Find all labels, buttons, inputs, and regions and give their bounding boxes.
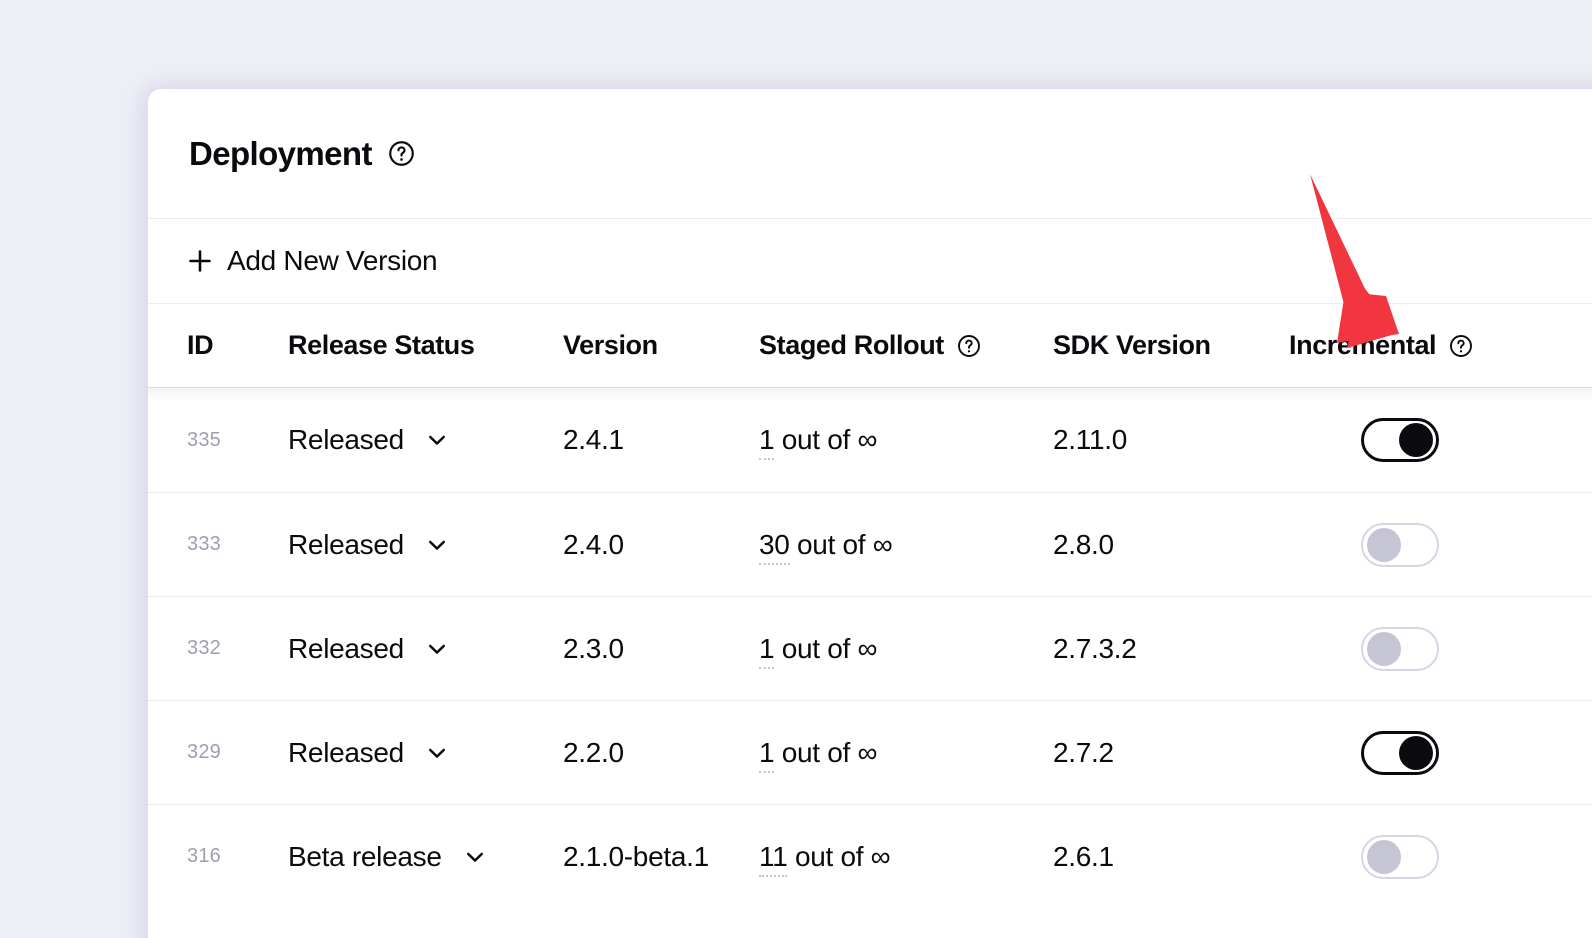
- column-header-release-status-label: Release Status: [288, 330, 475, 360]
- chevron-down-icon: [424, 740, 450, 766]
- column-header-sdk-version-label: SDK Version: [1053, 330, 1211, 360]
- column-header-release-status[interactable]: Release Status: [288, 330, 563, 361]
- staged-rollout-suffix: out of ∞: [774, 424, 878, 455]
- toggle-knob: [1367, 631, 1401, 666]
- row-sdk-version: 2.7.2: [1053, 736, 1114, 768]
- row-sdk-version: 2.11.0: [1053, 424, 1127, 455]
- toggle-knob: [1367, 527, 1401, 562]
- incremental-toggle[interactable]: [1361, 418, 1439, 462]
- row-version: 2.3.0: [563, 632, 624, 664]
- deployment-card: Deployment Add New Version ID Release St…: [148, 89, 1592, 938]
- staged-rollout-suffix: out of ∞: [789, 528, 893, 560]
- row-id: 332: [187, 637, 221, 659]
- table-row[interactable]: 333 Released 2.4.0 30 out of ∞ 2.8.0: [148, 492, 1592, 596]
- table-toolbar: Add New Version: [148, 219, 1592, 304]
- row-version: 2.2.0: [563, 736, 624, 768]
- table-row[interactable]: 335 Released 2.4.1 1 out of ∞ 2.11.0: [148, 388, 1592, 492]
- toggle-knob: [1399, 423, 1433, 457]
- staged-rollout-suffix: out of ∞: [774, 736, 878, 768]
- staged-rollout-count[interactable]: 1: [759, 736, 775, 773]
- staged-rollout-value[interactable]: 1 out of ∞: [759, 424, 877, 460]
- table-row[interactable]: 332 Released 2.3.0 1 out of ∞ 2.7.3.2: [148, 596, 1592, 700]
- incremental-toggle[interactable]: [1361, 522, 1439, 567]
- table-row[interactable]: 329 Released 2.2.0 1 out of ∞ 2.7.2: [148, 700, 1592, 804]
- row-id: 316: [187, 845, 221, 867]
- chevron-down-icon: [424, 427, 450, 453]
- column-header-staged-rollout[interactable]: Staged Rollout: [759, 330, 1053, 361]
- add-new-version-label: Add New Version: [227, 245, 438, 276]
- toggle-knob: [1399, 735, 1433, 770]
- row-id: 333: [187, 533, 221, 555]
- add-new-version-button[interactable]: Add New Version: [187, 245, 438, 277]
- staged-rollout-count[interactable]: 30: [759, 528, 790, 565]
- incremental-toggle[interactable]: [1361, 834, 1439, 879]
- row-version: 2.4.1: [563, 424, 624, 455]
- release-status-label: Released: [288, 632, 404, 664]
- row-sdk-version: 2.6.1: [1053, 840, 1114, 872]
- column-header-sdk-version[interactable]: SDK Version: [1053, 330, 1289, 361]
- incremental-toggle[interactable]: [1361, 626, 1439, 671]
- page-title: Deployment: [189, 134, 372, 172]
- question-mark-circle-icon[interactable]: [957, 334, 981, 358]
- staged-rollout-value[interactable]: 30 out of ∞: [759, 528, 893, 565]
- release-status-dropdown[interactable]: Released: [288, 529, 563, 561]
- release-status-dropdown[interactable]: Beta release: [288, 841, 563, 873]
- deployment-table: ID Release Status Version Staged Rollout: [148, 304, 1592, 908]
- release-status-label: Released: [288, 736, 404, 768]
- staged-rollout-value[interactable]: 11 out of ∞: [759, 840, 891, 877]
- release-status-dropdown[interactable]: Released: [288, 424, 563, 456]
- release-status-dropdown[interactable]: Released: [288, 737, 563, 769]
- staged-rollout-count[interactable]: 1: [759, 424, 775, 460]
- staged-rollout-suffix: out of ∞: [774, 632, 878, 664]
- row-id: 329: [187, 741, 221, 763]
- column-header-staged-rollout-label: Staged Rollout: [759, 330, 944, 360]
- toggle-knob: [1367, 839, 1401, 874]
- staged-rollout-count[interactable]: 1: [759, 632, 775, 669]
- release-status-dropdown[interactable]: Released: [288, 633, 563, 665]
- incremental-toggle[interactable]: [1361, 730, 1439, 775]
- table-header-row: ID Release Status Version Staged Rollout: [148, 304, 1592, 401]
- chevron-down-icon: [424, 636, 450, 662]
- question-mark-circle-icon[interactable]: [388, 140, 415, 167]
- chevron-down-icon: [462, 844, 488, 870]
- column-header-version-label: Version: [563, 330, 658, 360]
- row-id: 335: [187, 428, 221, 451]
- staged-rollout-value[interactable]: 1 out of ∞: [759, 736, 878, 773]
- table-row[interactable]: 316 Beta release 2.1.0-beta.1 11 out of …: [148, 804, 1592, 908]
- card-header: Deployment: [148, 89, 1592, 219]
- row-version: 2.1.0-beta.1: [563, 840, 709, 872]
- row-version: 2.4.0: [563, 528, 624, 560]
- staged-rollout-value[interactable]: 1 out of ∞: [759, 632, 878, 669]
- staged-rollout-count[interactable]: 11: [759, 840, 788, 877]
- row-sdk-version: 2.7.3.2: [1053, 632, 1137, 664]
- column-header-id-label: ID: [187, 330, 214, 360]
- column-header-version[interactable]: Version: [563, 330, 759, 361]
- row-sdk-version: 2.8.0: [1053, 528, 1114, 560]
- column-header-id[interactable]: ID: [148, 330, 288, 361]
- staged-rollout-suffix: out of ∞: [787, 840, 891, 872]
- release-status-label: Released: [288, 424, 404, 455]
- release-status-label: Released: [288, 528, 404, 560]
- column-header-incremental[interactable]: Incremental: [1289, 330, 1519, 361]
- chevron-down-icon: [424, 532, 450, 558]
- plus-icon: [187, 248, 213, 274]
- question-mark-circle-icon[interactable]: [1449, 334, 1473, 358]
- column-header-incremental-label: Incremental: [1289, 330, 1437, 360]
- release-status-label: Beta release: [288, 840, 442, 872]
